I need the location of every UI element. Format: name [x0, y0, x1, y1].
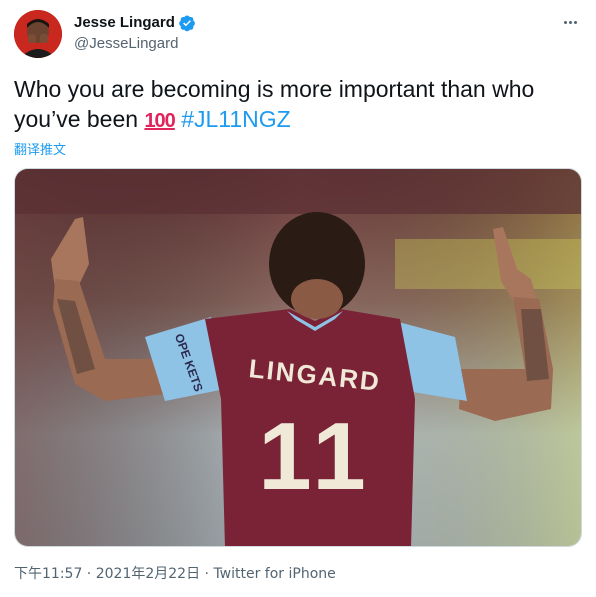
- tweet-time[interactable]: 下午11:57: [14, 566, 82, 582]
- translate-tweet-link[interactable]: 翻译推文: [14, 139, 66, 158]
- hundred-points-emoji-icon: 100: [144, 110, 175, 132]
- tweet-header: Jesse Lingard @JesseLingard: [14, 10, 582, 58]
- tweet-metadata: 下午11:57 · 2021年2月22日 · Twitter for iPhon…: [14, 563, 336, 583]
- photo-shirt-number: 11: [258, 403, 371, 510]
- verified-badge-icon: [178, 14, 196, 32]
- avatar[interactable]: [14, 10, 62, 58]
- author-names: Jesse Lingard @JesseLingard: [74, 13, 196, 54]
- tweet-text: Who you are becoming is more important t…: [14, 74, 574, 136]
- tweet-card: Jesse Lingard @JesseLingard Who you are …: [0, 0, 596, 597]
- tweet-date[interactable]: 2021年2月22日: [96, 566, 200, 582]
- hashtag-link[interactable]: #JL11NGZ: [181, 106, 291, 132]
- more-options-icon[interactable]: [558, 14, 582, 30]
- author-display-name[interactable]: Jesse Lingard: [74, 13, 175, 33]
- meta-separator-2: ·: [200, 566, 214, 582]
- meta-separator: ·: [82, 566, 96, 582]
- tweet-source[interactable]: Twitter for iPhone: [213, 566, 335, 582]
- author-handle[interactable]: @JesseLingard: [74, 34, 196, 54]
- tweet-photo[interactable]: LINGARD 11 OPE KETS: [14, 168, 582, 547]
